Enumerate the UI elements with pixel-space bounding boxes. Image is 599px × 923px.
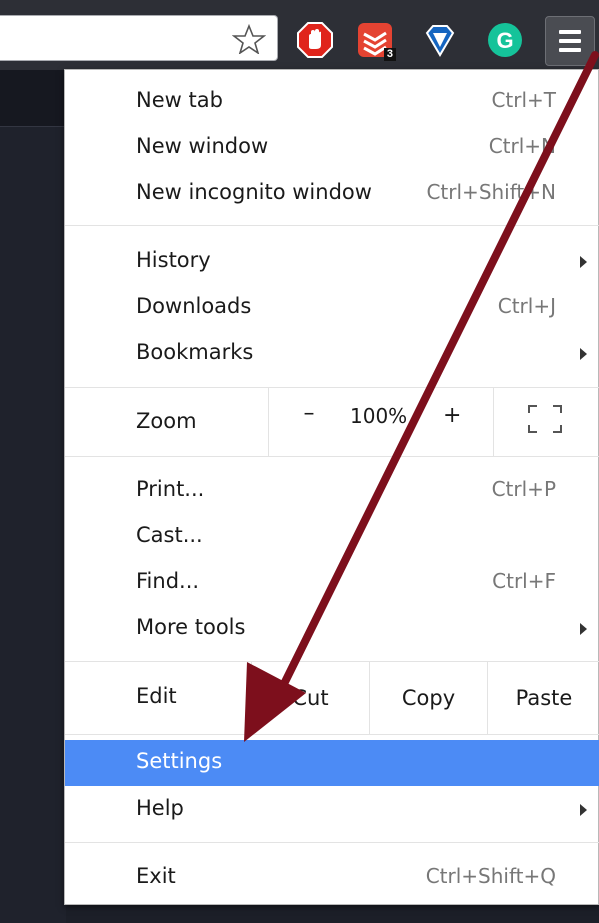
address-bar[interactable] [0, 15, 278, 61]
copy-button[interactable]: Copy [370, 669, 487, 739]
menu-item-cast[interactable]: Cast... [65, 514, 599, 560]
menu-item-shortcut: Ctrl+T [491, 88, 556, 112]
menu-item-print[interactable]: Print... Ctrl+P [65, 468, 599, 514]
menu-item-new-incognito-window[interactable]: New incognito window Ctrl+Shift+N [65, 171, 599, 217]
menu-item-label: Cast... [136, 523, 203, 547]
menu-separator [65, 387, 599, 388]
menu-item-label: Bookmarks [136, 340, 254, 364]
menu-item-bookmarks[interactable]: Bookmarks [65, 331, 599, 377]
submenu-arrow-icon [580, 804, 587, 816]
menu-separator [65, 734, 599, 735]
menu-item-label: Downloads [136, 294, 252, 318]
chrome-main-menu: New tab Ctrl+T New window Ctrl+N New inc… [64, 69, 599, 905]
menu-item-shortcut: Ctrl+N [488, 134, 556, 158]
menu-separator [65, 456, 599, 457]
menu-separator [65, 661, 599, 662]
todoist-badge-count: 3 [383, 48, 396, 61]
cut-button[interactable]: Cut [252, 669, 369, 739]
menu-item-more-tools[interactable]: More tools [65, 606, 599, 652]
menu-item-label: Print... [136, 477, 205, 501]
menu-item-history[interactable]: History [65, 239, 599, 285]
submenu-arrow-icon [580, 256, 587, 268]
adblock-extension-icon[interactable] [296, 21, 334, 59]
menu-item-shortcut: Ctrl+J [497, 294, 556, 318]
submenu-arrow-icon [580, 348, 587, 360]
menu-item-find[interactable]: Find... Ctrl+F [65, 560, 599, 606]
menu-item-settings[interactable]: Settings [65, 740, 599, 786]
menu-separator [65, 225, 599, 226]
page-header-strip [0, 70, 66, 127]
page-background [0, 70, 66, 923]
menu-item-label: New window [136, 134, 269, 158]
menu-item-label: History [136, 248, 211, 272]
menu-divider [493, 388, 494, 456]
diamond-extension-icon[interactable] [421, 21, 459, 59]
menu-item-downloads[interactable]: Downloads Ctrl+J [65, 285, 599, 331]
menu-item-shortcut: Ctrl+P [491, 477, 556, 501]
zoom-out-button[interactable]: – [299, 401, 319, 431]
menu-item-shortcut: Ctrl+F [492, 569, 556, 593]
menu-item-label: Exit [136, 864, 176, 888]
grammarly-glyph: G [496, 28, 513, 53]
bookmark-star-icon[interactable] [232, 24, 266, 54]
menu-item-label: More tools [136, 615, 246, 639]
hamburger-icon-bar [559, 39, 581, 43]
browser-toolbar: 3 G [0, 0, 599, 70]
menu-item-help[interactable]: Help [65, 787, 599, 833]
menu-item-label: New incognito window [136, 180, 372, 204]
menu-item-shortcut: Ctrl+Shift+N [426, 180, 556, 204]
menu-item-label: Zoom [136, 409, 197, 433]
menu-divider [268, 388, 269, 456]
grammarly-extension-icon[interactable]: G [486, 21, 524, 59]
fullscreen-icon[interactable] [527, 404, 563, 434]
menu-item-new-tab[interactable]: New tab Ctrl+T [65, 79, 599, 125]
menu-item-label: Help [136, 796, 184, 820]
zoom-level: 100% [350, 404, 408, 428]
chrome-menu-button[interactable] [545, 16, 595, 66]
menu-item-exit[interactable]: Exit Ctrl+Shift+Q [65, 855, 599, 901]
menu-separator [65, 842, 599, 843]
menu-item-shortcut: Ctrl+Shift+Q [425, 864, 556, 888]
menu-item-zoom: Zoom [65, 400, 599, 446]
paste-button[interactable]: Paste [488, 669, 599, 739]
menu-item-new-window[interactable]: New window Ctrl+N [65, 125, 599, 171]
menu-item-label: Find... [136, 569, 200, 593]
menu-item-label: New tab [136, 88, 223, 112]
zoom-in-button[interactable]: + [443, 403, 461, 428]
submenu-arrow-icon [580, 623, 587, 635]
hamburger-icon-bar [559, 48, 581, 52]
menu-item-label: Settings [136, 749, 223, 773]
todoist-extension-icon[interactable]: 3 [356, 21, 396, 61]
hamburger-icon-bar [559, 30, 581, 34]
menu-item-label: Edit [136, 684, 177, 708]
